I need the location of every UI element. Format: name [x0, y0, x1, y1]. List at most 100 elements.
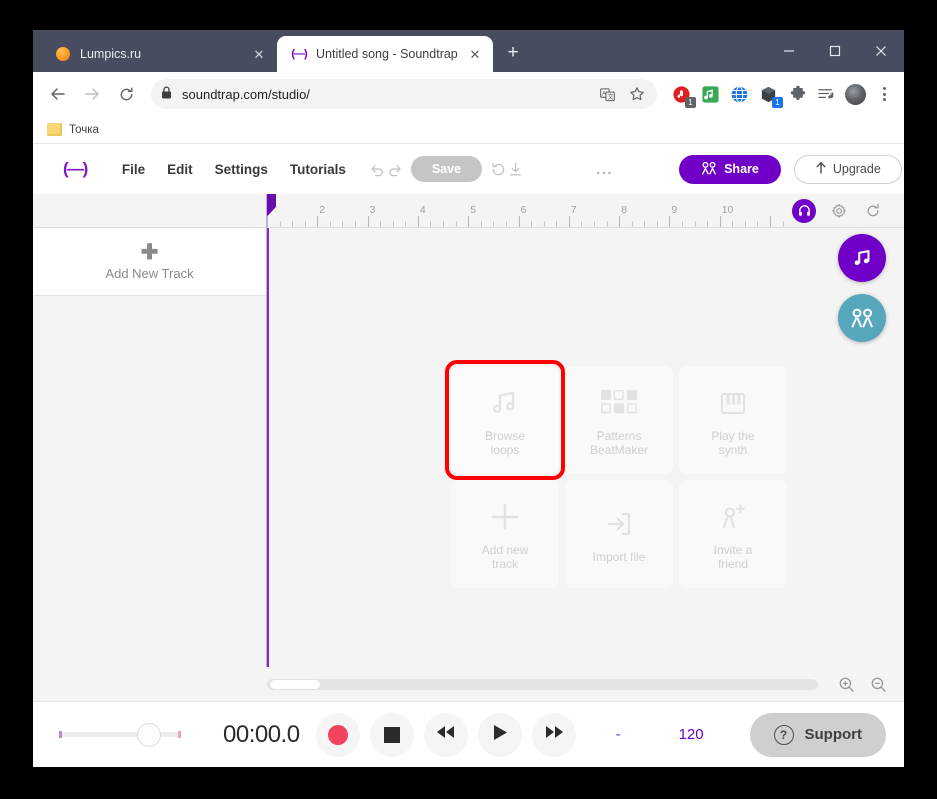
- music-extension-icon[interactable]: [700, 84, 721, 105]
- playhead-marker[interactable]: [267, 194, 276, 216]
- bookmark-item-tochka[interactable]: Точка: [69, 124, 99, 136]
- bookmark-star-icon[interactable]: [627, 84, 647, 104]
- ruler-tick-minor: [405, 221, 407, 227]
- transport-bar: 00:00.0 - 120 ? Support: [33, 701, 904, 767]
- ruler-tick-minor: [656, 221, 658, 227]
- ruler-tick-major: [719, 216, 721, 227]
- play-icon: [491, 723, 509, 747]
- ruler-tick-minor: [606, 221, 608, 227]
- close-icon[interactable]: [858, 30, 904, 72]
- rewind-button[interactable]: [423, 712, 468, 757]
- extension-badge: 1: [685, 96, 696, 108]
- undo-icon[interactable]: [369, 154, 386, 184]
- timeline-ruler[interactable]: 2 3 4 5 6 7 8 9 10: [267, 194, 784, 227]
- ruler-tick-minor: [430, 221, 432, 227]
- globe-extension-icon[interactable]: [729, 84, 750, 105]
- card-label: Browse loops: [484, 428, 525, 457]
- puzzle-icon[interactable]: [787, 84, 808, 105]
- menu-settings[interactable]: Settings: [204, 162, 279, 177]
- card-browse-loops[interactable]: Browse loops: [445, 360, 565, 480]
- zoom-in-icon[interactable]: [834, 672, 858, 696]
- card-import-file[interactable]: Import file: [565, 480, 673, 588]
- maximize-icon[interactable]: [812, 30, 858, 72]
- volume-slider[interactable]: [59, 722, 181, 747]
- playhead-line[interactable]: [267, 228, 269, 667]
- share-label: Share: [724, 162, 759, 176]
- record-button[interactable]: [315, 712, 360, 757]
- card-label: Import file: [592, 549, 646, 564]
- extension-icons: 1 1: [667, 83, 894, 108]
- box-extension-icon[interactable]: 1: [758, 84, 783, 108]
- ruler-tick-label: 7: [570, 204, 577, 216]
- avatar[interactable]: [845, 83, 866, 105]
- add-person-icon: [718, 497, 748, 537]
- browser-tab-lumpics[interactable]: Lumpics.ru ✕: [41, 36, 277, 72]
- key-display[interactable]: -: [616, 726, 621, 743]
- gear-icon[interactable]: [828, 200, 850, 222]
- address-bar[interactable]: soundtrap.com/studio/ A文: [151, 79, 657, 109]
- ruler-tick-minor: [279, 221, 281, 227]
- card-patterns-beatmaker[interactable]: Patterns BeatMaker: [565, 366, 673, 474]
- soundtrap-app: (—) File Edit Settings Tutorials Save ..…: [33, 144, 904, 767]
- new-tab-button[interactable]: +: [499, 39, 527, 67]
- adblock-icon[interactable]: 1: [671, 84, 696, 108]
- save-button[interactable]: Save: [410, 156, 483, 182]
- arrangement-area[interactable]: Browse loops Patterns BeatMaker Play the…: [267, 228, 904, 667]
- tab-title: Untitled song - Soundtrap: [316, 47, 458, 61]
- ruler-tick-minor: [631, 221, 633, 227]
- volume-knob[interactable]: [137, 722, 161, 747]
- menu-edit[interactable]: Edit: [156, 162, 204, 177]
- track-list-panel: ✚ Add New Track: [33, 228, 267, 667]
- browser-window: Lumpics.ru ✕ (—) Untitled song - Soundtr…: [33, 30, 904, 767]
- loop-icon[interactable]: [862, 200, 884, 222]
- play-button[interactable]: [477, 712, 522, 757]
- support-widget[interactable]: ? Support: [749, 712, 886, 757]
- close-icon[interactable]: ✕: [467, 46, 483, 62]
- browser-tab-soundtrap[interactable]: (—) Untitled song - Soundtrap ✕: [277, 36, 493, 72]
- scrollbar-thumb[interactable]: [269, 678, 321, 690]
- forward-arrow-icon[interactable]: [77, 79, 107, 109]
- ruler-tick-minor: [392, 221, 394, 227]
- ruler-tick-minor: [355, 221, 357, 227]
- menu-file[interactable]: File: [111, 162, 156, 177]
- overflow-menu-button[interactable]: ...: [596, 161, 613, 178]
- card-play-the-synth[interactable]: Play the synth: [679, 366, 787, 474]
- download-icon[interactable]: [507, 154, 524, 184]
- card-invite-a-friend[interactable]: Invite a friend: [679, 480, 787, 588]
- add-new-track-button[interactable]: ✚ Add New Track: [33, 228, 266, 296]
- ruler-tick-minor: [493, 221, 495, 227]
- kebab-menu-icon[interactable]: [874, 84, 894, 105]
- stop-button[interactable]: [369, 712, 414, 757]
- quick-start-card-grid: Browse loops Patterns BeatMaker Play the…: [445, 360, 787, 588]
- zoom-out-icon[interactable]: [866, 672, 890, 696]
- revert-history-icon[interactable]: [490, 154, 507, 184]
- ruler-tick-major: [417, 216, 419, 227]
- close-icon[interactable]: ✕: [251, 46, 267, 62]
- back-arrow-icon[interactable]: [43, 79, 73, 109]
- ruler-tick-minor: [782, 221, 784, 227]
- bpm-display[interactable]: 120: [679, 726, 704, 743]
- redo-icon[interactable]: [386, 154, 403, 184]
- headphones-icon[interactable]: [792, 198, 816, 223]
- translate-icon[interactable]: A文: [597, 84, 617, 104]
- horizontal-scrollbar[interactable]: [267, 678, 818, 690]
- soundtrap-logo[interactable]: (—): [63, 159, 88, 179]
- minimize-icon[interactable]: [766, 30, 812, 72]
- rewind-icon: [435, 723, 457, 746]
- reload-icon[interactable]: [111, 79, 141, 109]
- ruler-tick-minor: [732, 221, 734, 227]
- upgrade-button[interactable]: Upgrade: [793, 154, 902, 184]
- collaborate-fab[interactable]: [838, 294, 886, 342]
- reading-list-icon[interactable]: [816, 84, 837, 105]
- ruler-tick-label: 4: [419, 204, 426, 216]
- share-button[interactable]: Share: [679, 154, 781, 184]
- lock-icon: [161, 86, 172, 102]
- ruler-tick-minor: [593, 221, 595, 227]
- loop-library-fab[interactable]: [838, 234, 886, 282]
- folder-icon: [47, 123, 62, 136]
- menu-tutorials[interactable]: Tutorials: [279, 162, 357, 177]
- plus-icon: ✚: [140, 241, 159, 264]
- fast-forward-button[interactable]: [531, 712, 576, 757]
- card-add-new-track[interactable]: Add new track: [451, 480, 559, 588]
- question-mark-icon: ?: [773, 724, 794, 745]
